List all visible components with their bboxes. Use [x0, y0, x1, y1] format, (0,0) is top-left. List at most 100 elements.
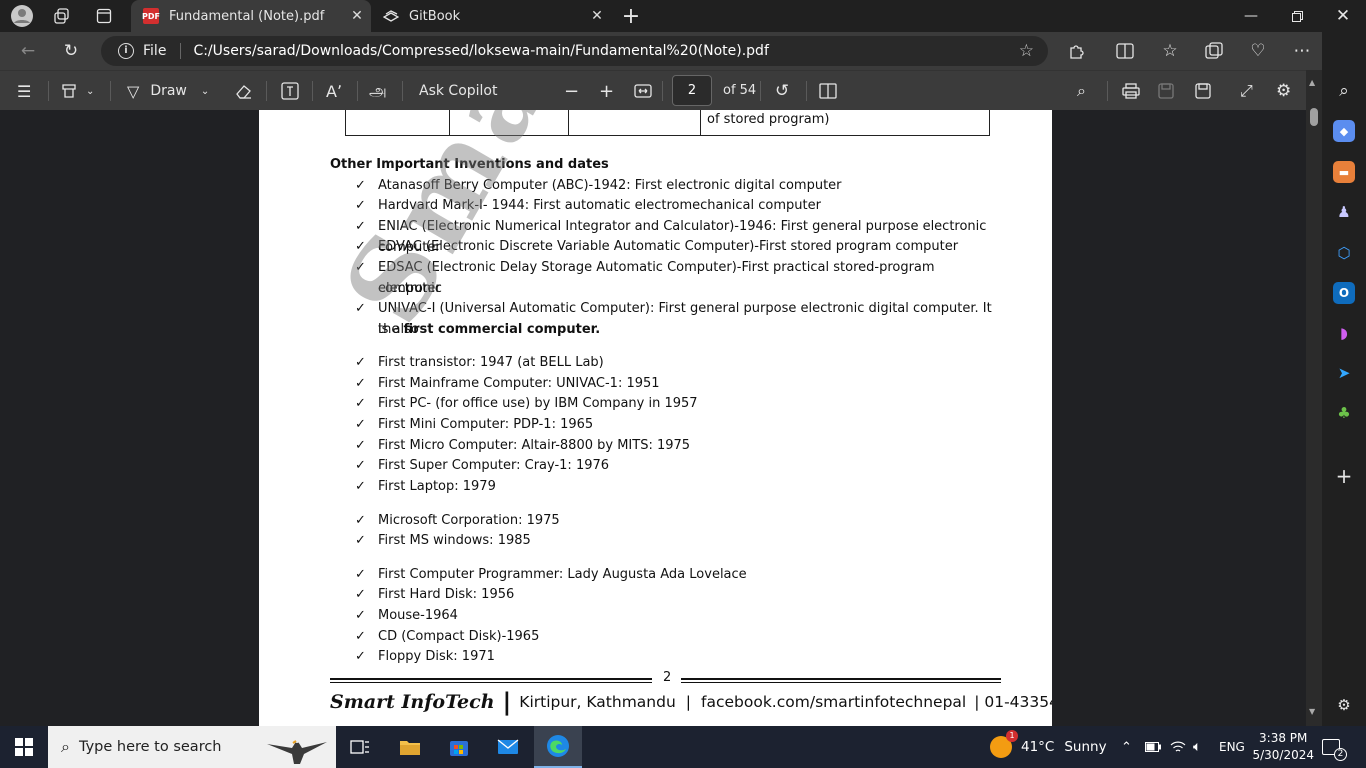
- microsoft-store-icon[interactable]: [435, 726, 483, 768]
- extensions-icon[interactable]: [1062, 38, 1092, 64]
- weather-badge: 1: [1006, 730, 1018, 742]
- favorites-icon[interactable]: ☆: [1155, 38, 1185, 64]
- sidebar-search-icon[interactable]: ⌕: [1333, 80, 1355, 102]
- restore-icon[interactable]: [1274, 0, 1320, 32]
- check-icon: ✓: [355, 178, 366, 193]
- zoom-in-icon[interactable]: +: [599, 79, 614, 103]
- scroll-up-icon[interactable]: ▲: [1309, 78, 1315, 87]
- gitbook-icon: [383, 8, 399, 24]
- page-view-icon[interactable]: [819, 79, 837, 103]
- add-text-icon[interactable]: [281, 79, 299, 103]
- fullscreen-icon[interactable]: ⤢: [1240, 79, 1253, 103]
- designer-icon[interactable]: ◗: [1333, 322, 1355, 344]
- notifications-icon[interactable]: 2: [1322, 726, 1352, 768]
- battery-icon[interactable]: [1145, 726, 1161, 768]
- table-column-divider: [449, 110, 450, 135]
- sidebar-settings-icon[interactable]: ⚙: [1333, 694, 1355, 716]
- browser-essentials-icon[interactable]: ♡: [1243, 38, 1273, 64]
- pdf-viewer[interactable]: of stored program) Other Important Inven…: [0, 110, 1322, 726]
- tag-icon[interactable]: ◆: [1333, 120, 1355, 142]
- tab-pdf[interactable]: PDF Fundamental (Note).pdf ✕: [131, 0, 371, 32]
- draw-label: Draw: [150, 83, 187, 99]
- footer-location: Kirtipur, Kathmandu: [519, 693, 676, 711]
- settings-gear-icon[interactable]: ⚙: [1276, 79, 1291, 103]
- edge-sidebar: ⌕ ◆ ▬ ♟ ⬡ O ◗ ➤ ♣ + ⚙: [1322, 32, 1366, 726]
- tree-icon[interactable]: ♣: [1333, 402, 1355, 424]
- tab-gitbook[interactable]: GitBook ✕: [371, 0, 611, 32]
- wifi-icon[interactable]: [1170, 726, 1186, 768]
- outlook-icon[interactable]: O: [1333, 282, 1355, 304]
- ask-copilot-button[interactable]: Ask Copilot: [419, 79, 498, 103]
- tab-actions-icon[interactable]: [90, 4, 118, 28]
- zoom-out-icon[interactable]: −: [564, 79, 579, 103]
- print-icon[interactable]: [1122, 79, 1140, 103]
- address-bar[interactable]: i File C:/Users/sarad/Downloads/Compress…: [101, 36, 1048, 66]
- more-menu-icon[interactable]: ⋯: [1287, 38, 1317, 64]
- check-icon: ✓: [355, 438, 366, 453]
- save-as-icon[interactable]: [1195, 79, 1211, 103]
- weather-widget[interactable]: 1 41°C Sunny: [990, 726, 1107, 768]
- scroll-down-icon[interactable]: ▼: [1309, 707, 1315, 716]
- favorite-star-icon[interactable]: ☆: [1019, 41, 1034, 61]
- page-number: 2: [663, 670, 672, 685]
- minimize-icon[interactable]: —: [1228, 0, 1274, 32]
- taskbar-search[interactable]: ⌕ Type here to search: [48, 726, 336, 768]
- contents-icon[interactable]: ☰: [17, 79, 31, 103]
- close-tab-icon[interactable]: ✕: [589, 8, 605, 24]
- close-window-icon[interactable]: ✕: [1320, 0, 1366, 32]
- section-heading: Other Important Inventions and dates: [330, 157, 609, 172]
- check-icon: ✓: [355, 458, 366, 473]
- rotate-icon[interactable]: ↺: [775, 79, 789, 103]
- collections-icon[interactable]: [1199, 38, 1229, 64]
- check-icon: ✓: [355, 396, 366, 411]
- check-icon: ✓: [355, 376, 366, 391]
- highlight-icon[interactable]: ⌄: [60, 79, 94, 103]
- clock[interactable]: 3:38 PM 5/30/2024: [1252, 730, 1314, 764]
- check-icon: ✓: [355, 198, 366, 213]
- eraser-icon[interactable]: [235, 79, 253, 103]
- divider: [1107, 81, 1108, 101]
- edge-browser-icon[interactable]: [534, 726, 582, 768]
- windows-start-icon[interactable]: [0, 726, 48, 768]
- save-icon[interactable]: [1158, 79, 1174, 103]
- tools-briefcase-icon[interactable]: ▬: [1333, 161, 1355, 183]
- split-screen-icon[interactable]: [1110, 38, 1140, 64]
- add-sidebar-icon[interactable]: +: [1333, 464, 1355, 488]
- language-indicator[interactable]: ENG: [1219, 726, 1245, 768]
- games-icon[interactable]: ♟: [1333, 201, 1355, 223]
- chevron-down-icon[interactable]: ⌄: [86, 86, 94, 97]
- vertical-scrollbar[interactable]: ▲ ▼: [1306, 70, 1322, 726]
- weather-desc: Sunny: [1064, 739, 1107, 755]
- send-icon[interactable]: ➤: [1333, 362, 1355, 384]
- read-aloud-icon[interactable]: A͏ʼ: [326, 79, 342, 103]
- search-icon[interactable]: ⌕: [1077, 79, 1086, 103]
- show-hidden-icons-icon[interactable]: ⌃: [1121, 726, 1132, 768]
- url-text[interactable]: C:/Users/sarad/Downloads/Compressed/loks…: [193, 43, 768, 59]
- check-icon: ✓: [355, 355, 366, 370]
- check-icon: ✓: [355, 513, 366, 528]
- footer-rule: [330, 678, 652, 680]
- refresh-icon[interactable]: ↻: [56, 38, 86, 64]
- site-info-icon[interactable]: i: [118, 43, 134, 59]
- profile-avatar-icon[interactable]: [8, 4, 36, 28]
- workspaces-icon[interactable]: [48, 4, 76, 28]
- tab-title: Fundamental (Note).pdf: [169, 8, 325, 24]
- mail-icon[interactable]: [484, 726, 532, 768]
- fit-page-icon[interactable]: [634, 79, 652, 103]
- close-tab-icon[interactable]: ✕: [349, 8, 365, 24]
- page-number-input[interactable]: 2: [672, 75, 712, 106]
- translate-icon[interactable]: அ: [369, 79, 387, 103]
- divider: [48, 81, 49, 101]
- new-tab-icon[interactable]: +: [617, 4, 645, 29]
- volume-icon[interactable]: 🔈︎: [1193, 726, 1201, 768]
- back-icon[interactable]: ←: [13, 38, 43, 64]
- copilot-sidebar-icon[interactable]: ⬡: [1333, 242, 1355, 264]
- scroll-thumb[interactable]: [1310, 108, 1318, 126]
- footer-separator: |: [502, 688, 512, 716]
- task-view-icon[interactable]: [336, 726, 384, 768]
- chevron-down-icon: ⌄: [200, 85, 210, 97]
- footer-rule: [681, 682, 1001, 683]
- check-icon: ✓: [355, 301, 366, 316]
- file-explorer-icon[interactable]: [386, 726, 434, 768]
- draw-button[interactable]: ▽ Draw ⌄: [127, 79, 209, 103]
